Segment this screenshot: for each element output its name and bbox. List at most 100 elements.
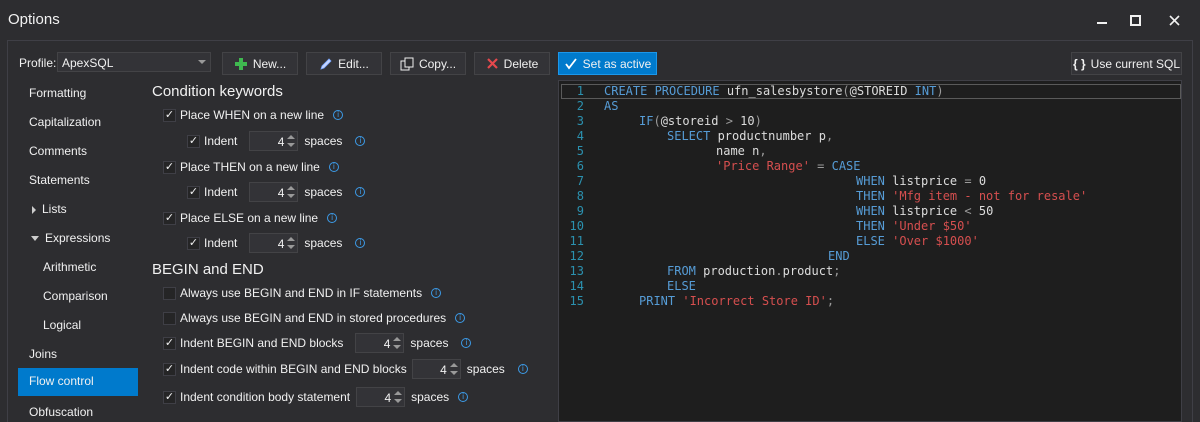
sql-preview-editor[interactable]: 1 CREATE PROCEDURE ufn_salesbystore(@STOR… [558, 80, 1182, 422]
profile-label: Profile: [19, 56, 57, 70]
line-number: 12 [569, 249, 584, 263]
set-as-active-button[interactable]: Set as active [558, 52, 657, 75]
chevron-down-icon[interactable] [31, 236, 39, 242]
sidebar-item-arithmetic[interactable]: Arithmetic [18, 254, 138, 282]
new-button[interactable]: New... [222, 52, 298, 75]
edit-button[interactable]: Edit... [306, 52, 382, 75]
stepper-up-icon[interactable] [287, 135, 296, 139]
line-number: 4 [576, 129, 584, 143]
code-token: WHEN [856, 174, 885, 188]
stepper-up-icon[interactable] [287, 237, 296, 241]
begin-end-proc-checkbox[interactable] [163, 311, 176, 325]
when-indent-option: ✓ Indent 4 spaces i [187, 131, 366, 151]
sidebar-item-comparison[interactable]: Comparison [18, 283, 138, 311]
code-token: ) [936, 84, 944, 98]
indent-code-stepper[interactable]: 4 [411, 359, 461, 379]
indent-code-checkbox[interactable]: ✓ [163, 362, 176, 376]
info-icon[interactable]: i [355, 136, 366, 146]
chevron-right-icon[interactable] [32, 205, 36, 214]
indent-cond-stepper[interactable]: 4 [356, 387, 406, 407]
stepper-up-icon[interactable] [393, 337, 402, 341]
begin-end-heading: BEGIN and END [152, 261, 264, 278]
stepper-down-icon[interactable] [449, 371, 458, 375]
sidebar-item-expressions[interactable]: Expressions [18, 225, 138, 253]
sidebar-item-lists[interactable]: Lists [18, 196, 138, 224]
indent-cond-checkbox[interactable]: ✓ [163, 390, 176, 404]
code-token: ufn_salesbystore [719, 84, 843, 98]
info-icon[interactable]: i [458, 392, 469, 402]
then-indent-stepper[interactable]: 4 [249, 182, 299, 202]
maximize-icon[interactable] [1121, 8, 1149, 32]
stepper-up-icon[interactable] [449, 363, 458, 367]
when-indent-checkbox[interactable]: ✓ [187, 134, 200, 148]
stepper-down-icon[interactable] [287, 143, 296, 147]
code-token: THEN [856, 189, 885, 203]
stepper-value: 4 [277, 237, 285, 251]
indent-blocks-checkbox[interactable]: ✓ [163, 336, 176, 350]
line-number: 3 [576, 114, 584, 128]
code-token: END [828, 249, 850, 263]
sidebar-item-obfuscation[interactable]: Obfuscation [18, 399, 138, 422]
code-token: , [825, 129, 834, 143]
code-token: = [809, 159, 832, 173]
sidebar-item-statements[interactable]: Statements [18, 167, 138, 195]
when-indent-stepper[interactable]: 4 [249, 131, 299, 151]
indent-blocks-label: Indent BEGIN and END blocks [180, 336, 344, 350]
code-token: WHEN [856, 204, 885, 218]
info-icon[interactable]: i [328, 162, 339, 172]
begin-end-if-checkbox[interactable] [163, 286, 176, 300]
sidebar-item-joins[interactable]: Joins [18, 341, 138, 369]
profile-dropdown[interactable]: ApexSQL [57, 52, 211, 72]
delete-x-icon [486, 58, 498, 69]
sidebar-item-logical[interactable]: Logical [18, 312, 138, 340]
sidebar-item-formatting[interactable]: Formatting [18, 80, 138, 108]
pencil-icon [320, 57, 332, 70]
place-else-checkbox[interactable]: ✓ [163, 211, 176, 225]
stepper-value: 4 [277, 186, 285, 200]
code-token: IF [639, 114, 654, 128]
copy-button[interactable]: Copy... [390, 52, 466, 75]
place-else-label: Place ELSE on a new line [180, 211, 319, 225]
info-icon[interactable]: i [333, 110, 344, 120]
line-number: 15 [569, 294, 584, 308]
then-indent-checkbox[interactable]: ✓ [187, 185, 200, 199]
sidebar-item-flow-control[interactable]: Flow control [18, 368, 138, 396]
sidebar-item-label: Flow control [29, 374, 94, 388]
stepper-down-icon[interactable] [394, 399, 403, 403]
stepper-down-icon[interactable] [393, 345, 402, 349]
indent-blocks-stepper[interactable]: 4 [355, 333, 405, 353]
sidebar-item-capitalization[interactable]: Capitalization [18, 109, 138, 137]
indent-cond-label: Indent condition body statement [180, 390, 351, 404]
code-token: 'Price Range' [716, 159, 810, 173]
minimize-icon[interactable] [1088, 8, 1116, 32]
info-icon[interactable]: i [455, 313, 466, 323]
code-token: , [759, 144, 767, 158]
else-indent-checkbox[interactable]: ✓ [187, 236, 200, 250]
info-icon[interactable]: i [355, 238, 366, 248]
info-icon[interactable]: i [327, 213, 338, 223]
sidebar-item-comments[interactable]: Comments [18, 138, 138, 166]
else-indent-stepper[interactable]: 4 [249, 233, 299, 253]
indent-label: Indent [204, 134, 238, 148]
stepper-down-icon[interactable] [287, 194, 296, 198]
info-icon[interactable]: i [431, 288, 442, 298]
info-icon[interactable]: i [461, 338, 472, 348]
place-when-checkbox[interactable]: ✓ [163, 108, 176, 122]
stepper-up-icon[interactable] [394, 391, 403, 395]
close-icon[interactable] [1160, 8, 1188, 32]
place-then-checkbox[interactable]: ✓ [163, 160, 176, 174]
line-number: 9 [576, 204, 584, 218]
condition-keywords-heading: Condition keywords [152, 83, 283, 100]
stepper-down-icon[interactable] [287, 245, 296, 249]
code-token: INT [907, 84, 937, 98]
code-token: 'Over $1000' [884, 234, 979, 248]
delete-button-label: Delete [503, 56, 539, 71]
delete-button[interactable]: Delete [474, 52, 550, 75]
info-icon[interactable]: i [517, 364, 528, 374]
use-current-sql-button[interactable]: { } Use current SQL [1071, 52, 1182, 75]
stepper-value: 4 [277, 135, 285, 149]
sidebar-item-label: Logical [43, 318, 82, 332]
stepper-up-icon[interactable] [287, 186, 296, 190]
check-icon [564, 57, 577, 69]
info-icon[interactable]: i [355, 187, 366, 197]
